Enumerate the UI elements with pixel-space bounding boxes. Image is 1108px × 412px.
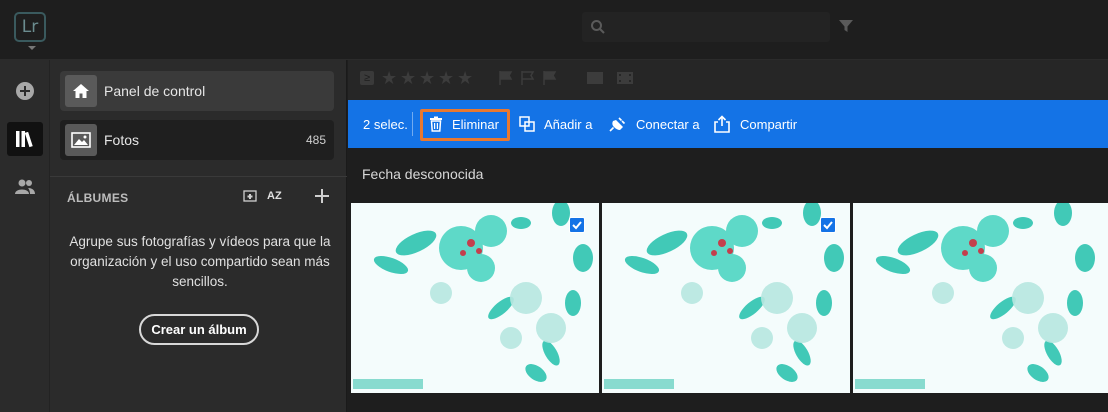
home-icon [73, 84, 89, 98]
sort-az-button[interactable]: AZ [267, 190, 282, 202]
share-label: Compartir [740, 116, 798, 132]
connect-to-button[interactable]: Conectar a [609, 100, 700, 148]
main-area: ≥ ★ ★ ★ ★ ★ 2 selec. Eliminar Añadir a C… [348, 60, 1108, 412]
photo-thumbnail[interactable] [351, 203, 599, 393]
people-button[interactable] [7, 170, 43, 204]
plus-circle-icon [16, 82, 34, 100]
date-group-header: Fecha desconocida [362, 166, 484, 182]
library-button[interactable] [7, 122, 43, 156]
filter-bar: ≥ ★ ★ ★ ★ ★ [348, 60, 1108, 100]
filter-icon[interactable] [838, 18, 854, 34]
star-icon[interactable]: ★ [400, 68, 416, 89]
left-panel: Panel de control Fotos 485 ÁLBUMES AZ Ag… [50, 60, 347, 412]
library-icon [16, 131, 33, 148]
search-box[interactable] [582, 12, 830, 42]
selection-action-bar: 2 selec. Eliminar Añadir a Conectar a Co… [348, 100, 1108, 148]
flower-image [853, 203, 1108, 393]
selection-count: 2 selec. [363, 117, 408, 132]
sidebar-item-fotos[interactable]: Fotos 485 [60, 120, 334, 160]
reject-flag-icon[interactable] [542, 70, 558, 86]
selected-checkbox[interactable] [569, 217, 585, 233]
top-bar: Lr [0, 0, 1108, 60]
photo-count: 485 [305, 133, 326, 147]
add-photos-button[interactable] [7, 74, 43, 108]
checkmark-icon [823, 221, 833, 230]
search-input[interactable] [612, 16, 822, 38]
flower-image [602, 203, 850, 393]
create-album-button[interactable]: Crear un álbum [139, 314, 259, 345]
trash-icon [430, 116, 442, 132]
star-icon[interactable]: ★ [438, 68, 454, 89]
people-icon [15, 179, 35, 194]
plug-icon [609, 117, 626, 132]
add-to-label: Añadir a [544, 116, 593, 132]
add-to-album-icon [519, 116, 535, 132]
checkmark-icon [572, 221, 582, 230]
home-icon-tile [65, 75, 97, 107]
star-icon[interactable]: ★ [419, 68, 435, 89]
photo-icon-tile [65, 124, 97, 156]
add-album-icon[interactable] [314, 188, 330, 204]
divider [412, 112, 413, 136]
chevron-down-icon[interactable] [28, 46, 36, 50]
selected-checkbox[interactable] [820, 217, 836, 233]
share-button[interactable]: Compartir [713, 100, 797, 148]
connect-to-label: Conectar a [636, 116, 700, 132]
add-to-button[interactable]: Añadir a [519, 100, 592, 148]
unflagged-icon[interactable] [520, 70, 536, 86]
photo-icon [71, 132, 91, 148]
star-icon[interactable]: ★ [381, 68, 397, 89]
left-icon-rail [0, 60, 50, 412]
lightroom-logo[interactable]: Lr [14, 12, 46, 42]
divider [50, 176, 347, 177]
delete-button[interactable]: Eliminar [429, 100, 499, 148]
albums-empty-message: Agrupe sus fotografías y vídeos para que… [69, 234, 331, 289]
share-icon [714, 115, 730, 133]
new-folder-icon[interactable] [242, 188, 258, 204]
search-icon [591, 20, 605, 34]
video-filter-icon[interactable] [616, 70, 634, 86]
photo-filter-icon[interactable] [586, 70, 604, 86]
sidebar-item-label: Panel de control [104, 83, 206, 99]
albums-title: ÁLBUMES [67, 191, 129, 205]
pick-flag-icon[interactable] [498, 70, 514, 86]
sidebar-item-label: Fotos [104, 132, 140, 148]
rating-operator[interactable]: ≥ [360, 71, 374, 85]
flower-image [351, 203, 599, 393]
star-icon[interactable]: ★ [457, 68, 473, 89]
sidebar-item-panel-de-control[interactable]: Panel de control [60, 71, 334, 111]
delete-label: Eliminar [452, 116, 499, 132]
photo-thumbnail[interactable] [853, 203, 1108, 393]
photo-thumbnail[interactable] [602, 203, 850, 393]
